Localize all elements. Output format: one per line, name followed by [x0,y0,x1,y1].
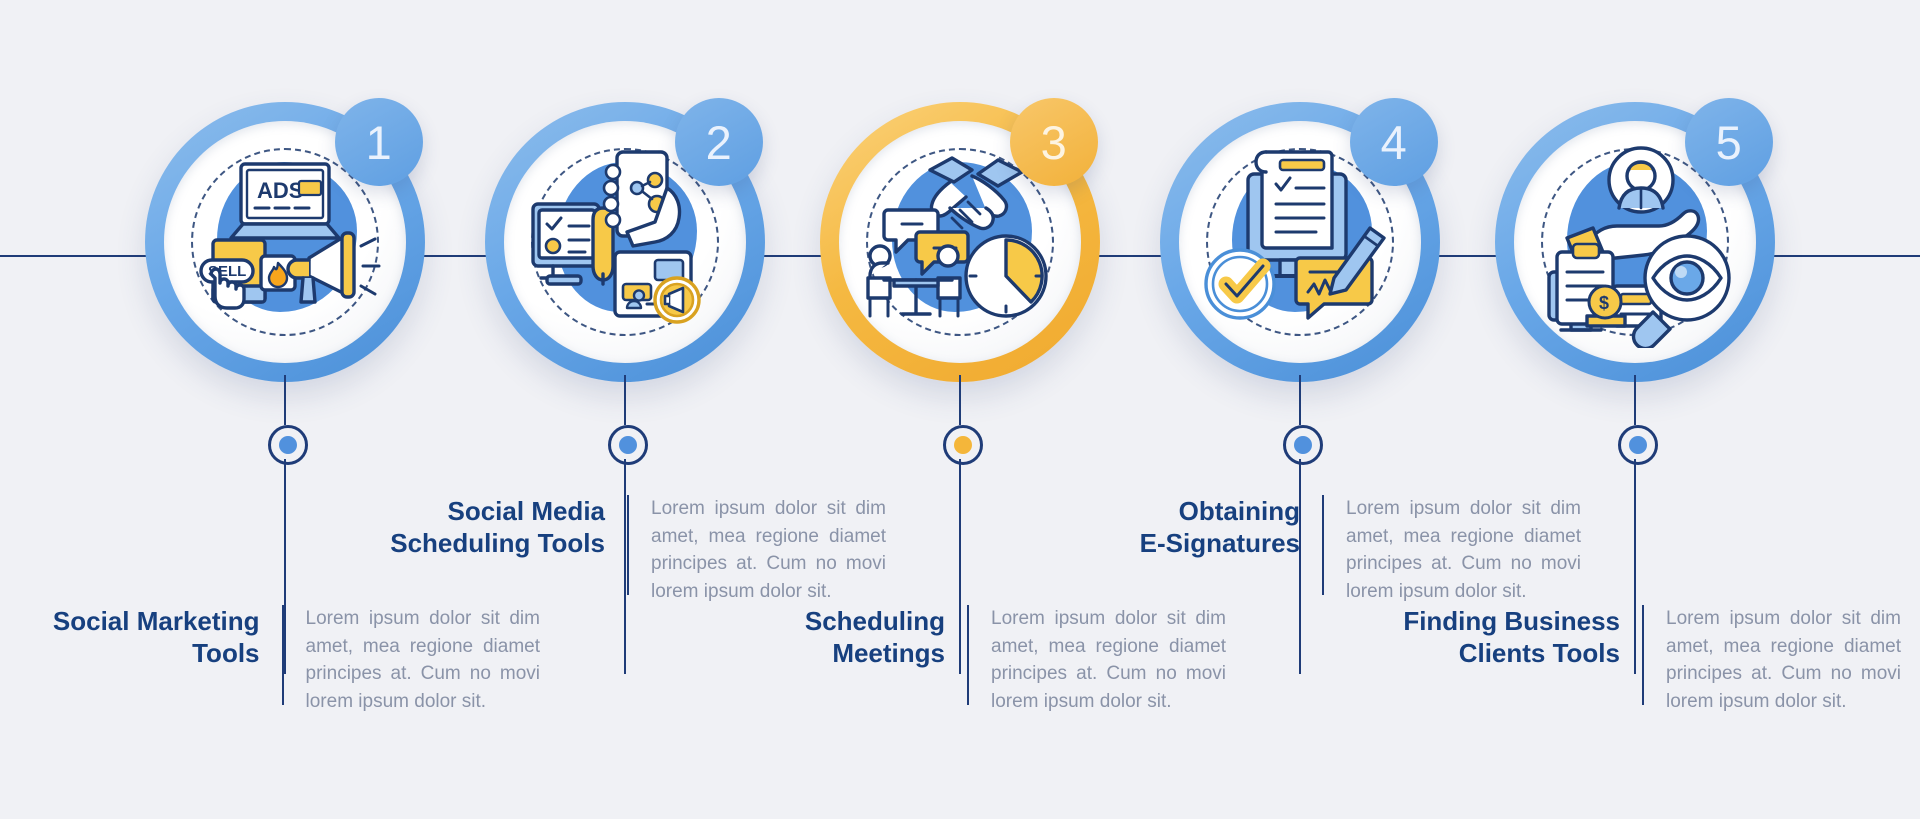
step-body-4: Lorem ipsum dolor sit dim amet, mea regi… [1346,498,1581,602]
step-badge-label-3: 3 [1040,115,1068,169]
step-title-3: Scheduling Meetings [804,606,945,669]
step-divider-4 [1322,495,1324,595]
step-stem-1 [284,375,286,425]
step-divider-3 [967,605,969,705]
step-title-1: Social Marketing Tools [52,606,260,669]
step-body-5: Lorem ipsum dolor sit dim amet, mea regi… [1666,608,1901,712]
step-divider-1 [281,605,284,705]
step-body-3: Lorem ipsum dolor sit dim amet, mea regi… [991,608,1226,712]
step-badge-label-5: 5 [1715,115,1743,169]
step-badge-label-1: 1 [365,115,393,169]
step-text-3: Scheduling Meetings Lorem ipsum dolor si… [760,605,1280,715]
step-badge-5: 5 [1685,98,1773,186]
svg-text:ADS: ADS [257,178,303,203]
step-dot-4[interactable] [1283,425,1323,465]
step-badge-label-4: 4 [1380,115,1408,169]
step-stem-5 [1634,375,1636,425]
step-badge-1: 1 [335,98,423,186]
step-text-1: Social Marketing Tools Lorem ipsum dolor… [40,605,540,715]
step-dot-3[interactable] [943,425,983,465]
step-stem-3 [959,375,961,425]
step-text-4: Obtaining E-Signatures Lorem ipsum dolor… [1115,495,1635,605]
step-stem-4 [1299,375,1301,425]
step-title-5: Finding Business Clients Tools [1403,606,1620,669]
step-badge-4: 4 [1350,98,1438,186]
step-stem-2 [624,375,626,425]
step-title-2: Social Media Scheduling Tools [390,496,605,559]
step-text-5: Finding Business Clients Tools Lorem ips… [1390,605,1920,715]
step-body-1: Lorem ipsum dolor sit dim amet, mea regi… [305,608,540,712]
step-divider-2 [627,495,629,595]
step-dot-5[interactable] [1618,425,1658,465]
step-body-2: Lorem ipsum dolor sit dim amet, mea regi… [651,498,886,602]
step-badge-label-2: 2 [705,115,733,169]
svg-text:$: $ [1599,293,1609,313]
step-badge-3: 3 [1010,98,1098,186]
step-dot-2[interactable] [608,425,648,465]
step-divider-5 [1642,605,1644,705]
step-title-4: Obtaining E-Signatures [1139,496,1300,559]
infographic-canvas: ADS SELL 1 Social Marketing Tools Lorem … [0,0,1920,819]
step-dot-1[interactable] [268,425,308,465]
step-text-2: Social Media Scheduling Tools Lorem ipsu… [385,495,905,605]
step-badge-2: 2 [675,98,763,186]
